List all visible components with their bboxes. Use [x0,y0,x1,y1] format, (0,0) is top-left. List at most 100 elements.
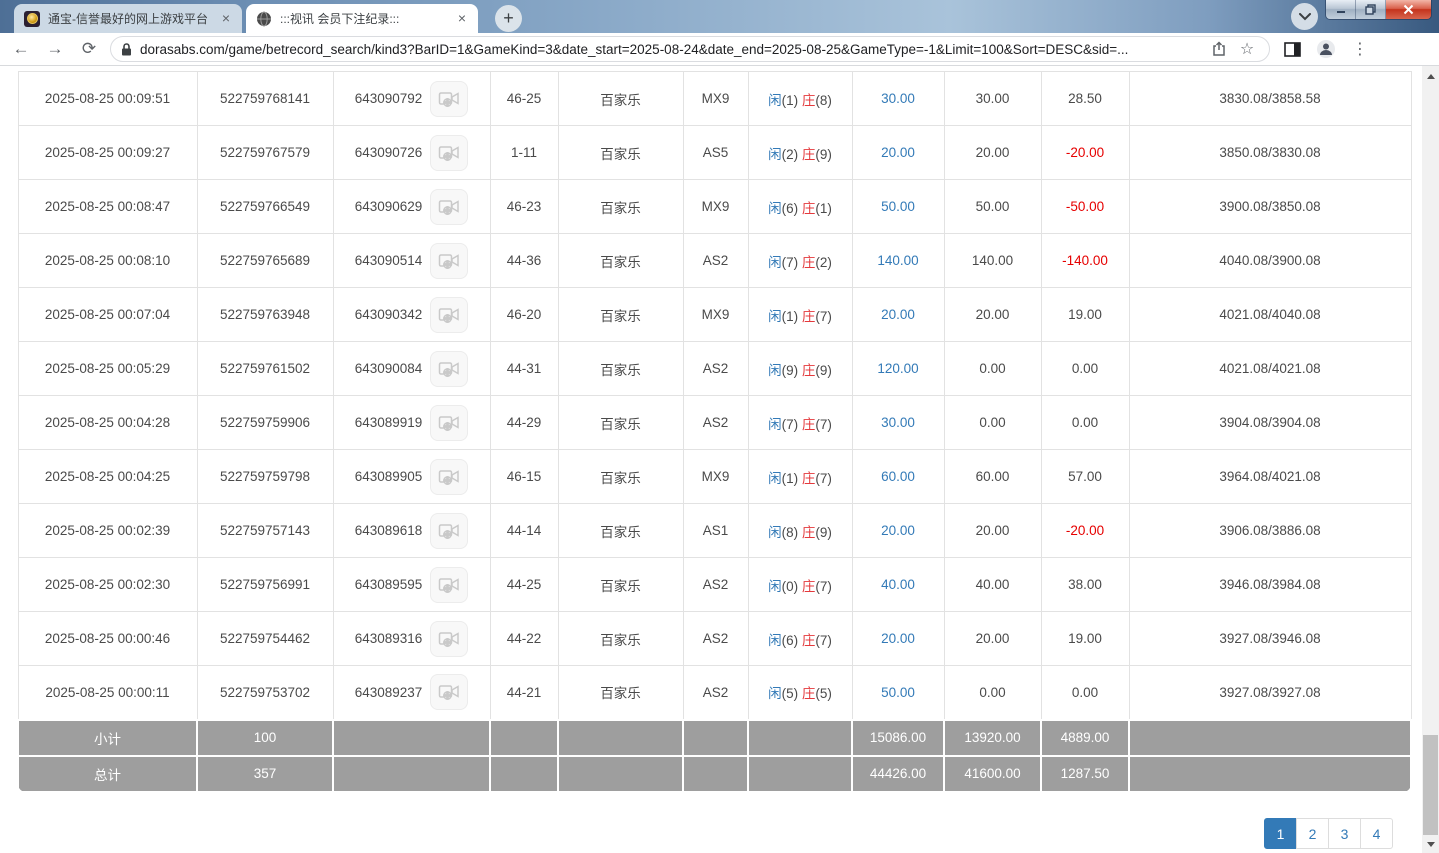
browser-tab-2[interactable]: :::视讯 会员下注纪录::: × [246,4,478,33]
win-loss: -50.00 [1041,180,1129,234]
bookmark-star-icon[interactable]: ☆ [1235,37,1259,61]
bet-id: 522759756991 [197,558,333,612]
table-code: AS2 [683,558,748,612]
video-replay-button[interactable] [430,459,468,495]
bet-amount[interactable]: 20.00 [852,504,944,558]
subtotal-row: 小计10015086.0013920.004889.00 [18,720,1411,756]
forward-button[interactable]: → [42,36,68,62]
table-code: AS2 [683,342,748,396]
video-replay-button[interactable] [430,621,468,657]
table-row: 2025-08-25 00:05:29522759761502643090084… [18,342,1411,396]
game-result: 闲(9) 庄(9) [748,342,852,396]
game-name: 百家乐 [558,72,683,126]
video-replay-button[interactable] [430,189,468,225]
address-bar[interactable]: dorasabs.com/game/betrecord_search/kind3… [110,36,1270,62]
bet-id: 522759753702 [197,666,333,720]
balance-before-after: 3964.08/4021.08 [1129,450,1411,504]
game-result: 闲(5) 庄(5) [748,666,852,720]
bet-amount[interactable]: 20.00 [852,126,944,180]
shoe-round: 44-36 [490,234,558,288]
bet-time: 2025-08-25 00:08:47 [18,180,197,234]
balance-before-after: 4021.08/4040.08 [1129,288,1411,342]
total-winloss: 1287.50 [1041,756,1129,792]
kebab-menu-icon[interactable]: ⋮ [1348,37,1372,61]
tab-close-icon[interactable]: × [454,11,470,27]
scroll-down-arrow-icon[interactable] [1422,836,1439,853]
round-id: 643089618 [333,504,490,558]
bet-amount[interactable]: 30.00 [852,72,944,126]
video-replay-button[interactable] [430,243,468,279]
game-result: 闲(8) 庄(9) [748,504,852,558]
chevron-down-icon[interactable] [1291,3,1318,30]
reload-button[interactable]: ⟳ [76,36,102,62]
window-restore-button[interactable] [1356,0,1386,19]
table-row: 2025-08-25 00:09:27522759767579643090726… [18,126,1411,180]
share-icon[interactable] [1207,37,1231,61]
profile-avatar-icon[interactable] [1314,37,1338,61]
bet-id: 522759759906 [197,396,333,450]
page-button-3[interactable]: 3 [1328,818,1361,849]
tab-title: 通宝-信誉最好的网上游戏平台 [48,10,218,27]
window-close-button[interactable] [1386,0,1431,19]
page-scrollbar[interactable] [1422,66,1439,853]
video-replay-button[interactable] [430,81,468,117]
game-name: 百家乐 [558,504,683,558]
bet-amount[interactable]: 50.00 [852,180,944,234]
game-result: 闲(1) 庄(7) [748,288,852,342]
game-name: 百家乐 [558,180,683,234]
bet-amount[interactable]: 40.00 [852,558,944,612]
window-minimize-button[interactable] [1326,0,1356,19]
bet-time: 2025-08-25 00:09:51 [18,72,197,126]
bet-amount[interactable]: 20.00 [852,612,944,666]
shoe-round: 46-25 [490,72,558,126]
video-replay-button[interactable] [430,674,468,710]
bet-time: 2025-08-25 00:02:39 [18,504,197,558]
new-tab-button[interactable]: + [495,5,522,32]
bet-time: 2025-08-25 00:00:46 [18,612,197,666]
balance-before-after: 3830.08/3858.58 [1129,72,1411,126]
game-result: 闲(1) 庄(7) [748,450,852,504]
scrollbar-thumb[interactable] [1423,735,1438,835]
page-button-1[interactable]: 1 [1264,818,1297,849]
valid-amount: 20.00 [944,504,1041,558]
video-replay-button[interactable] [430,513,468,549]
video-replay-button[interactable] [430,405,468,441]
bet-amount[interactable]: 50.00 [852,666,944,720]
table-code: AS2 [683,666,748,720]
side-panel-icon[interactable] [1280,37,1304,61]
bet-amount[interactable]: 60.00 [852,450,944,504]
bet-amount[interactable]: 120.00 [852,342,944,396]
bet-time: 2025-08-25 00:08:10 [18,234,197,288]
video-replay-button[interactable] [430,567,468,603]
scroll-up-arrow-icon[interactable] [1422,68,1439,85]
globe-favicon-icon [256,11,272,27]
win-loss: 19.00 [1041,612,1129,666]
game-name: 百家乐 [558,666,683,720]
table-code: AS2 [683,396,748,450]
table-row: 2025-08-25 00:08:47522759766549643090629… [18,180,1411,234]
video-replay-button[interactable] [430,135,468,171]
table-code: AS2 [683,612,748,666]
browser-tab-1[interactable]: 通宝-信誉最好的网上游戏平台 × [14,4,242,33]
subtotal-bet: 15086.00 [852,720,944,756]
table-row: 2025-08-25 00:02:39522759757143643089618… [18,504,1411,558]
win-loss: 0.00 [1041,666,1129,720]
win-loss: 28.50 [1041,72,1129,126]
page-button-4[interactable]: 4 [1360,818,1393,849]
game-result: 闲(6) 庄(1) [748,180,852,234]
window-controls [1326,0,1431,19]
bet-id: 522759766549 [197,180,333,234]
video-replay-button[interactable] [430,351,468,387]
round-id: 643089905 [333,450,490,504]
game-name: 百家乐 [558,288,683,342]
total-label: 总计 [18,756,197,792]
back-button[interactable]: ← [8,36,34,62]
bet-amount[interactable]: 30.00 [852,396,944,450]
video-replay-button[interactable] [430,297,468,333]
bet-time: 2025-08-25 00:05:29 [18,342,197,396]
bet-amount[interactable]: 20.00 [852,288,944,342]
tab-close-icon[interactable]: × [218,11,234,27]
bet-time: 2025-08-25 00:02:30 [18,558,197,612]
bet-amount[interactable]: 140.00 [852,234,944,288]
page-button-2[interactable]: 2 [1296,818,1329,849]
